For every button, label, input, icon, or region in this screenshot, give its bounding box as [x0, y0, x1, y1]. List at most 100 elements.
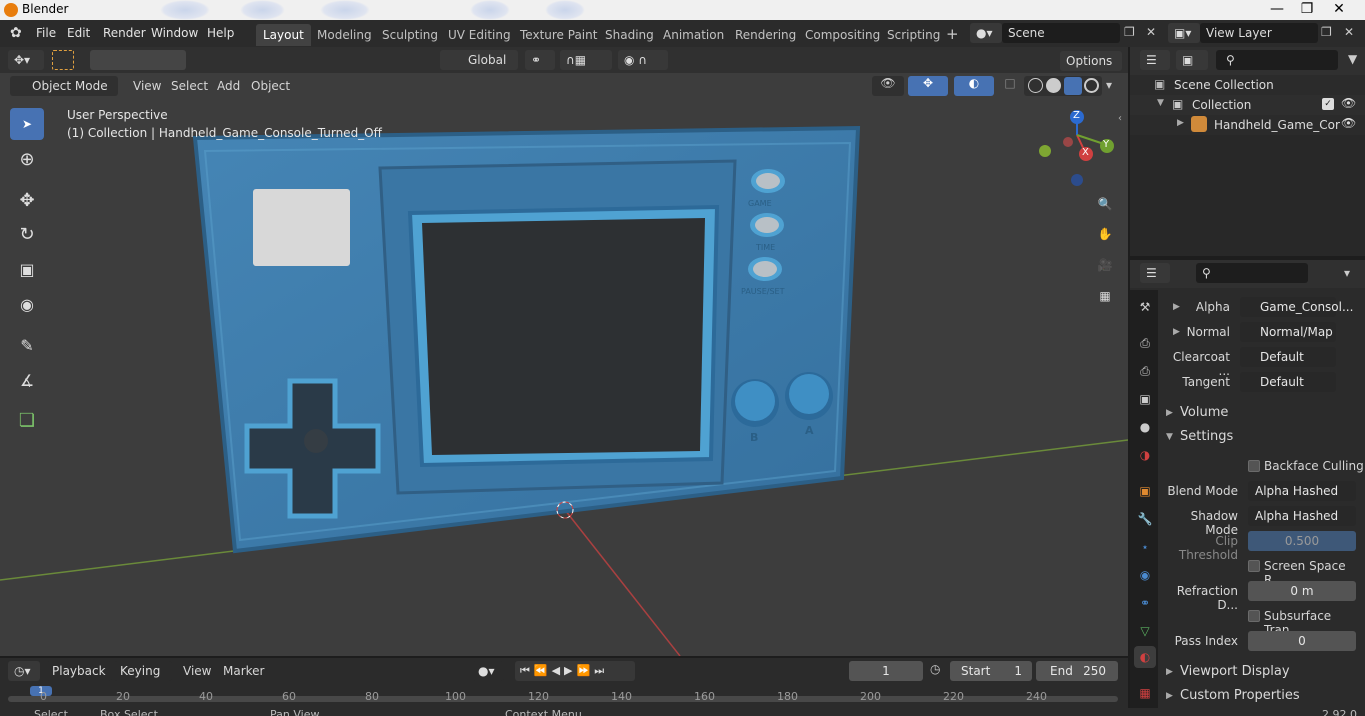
sidebar-toggle-icon[interactable]: ‹: [1118, 113, 1122, 124]
menu-edit[interactable]: Edit: [67, 26, 90, 40]
timeline-view-menu[interactable]: View: [183, 664, 211, 678]
add-cube-tool-icon[interactable]: ❏: [10, 404, 44, 436]
alpha-socket-field[interactable]: Game_Consol...: [1240, 297, 1353, 317]
playback-menu[interactable]: Playback: [46, 661, 112, 681]
settings-section[interactable]: Settings: [1180, 429, 1233, 444]
current-frame-field[interactable]: 1: [849, 661, 923, 681]
outliner-editor-icon[interactable]: ☰: [1140, 50, 1170, 70]
3d-viewport[interactable]: GAME TIME PAUSE/SET B A Z X Y User Persp…: [0, 73, 1128, 656]
refraction-depth-field[interactable]: 0 m: [1248, 581, 1356, 601]
object-tab-icon[interactable]: ▣: [1134, 480, 1156, 502]
viewport-menu-object[interactable]: Object: [251, 79, 290, 93]
transform-tool-icon[interactable]: ◉: [10, 288, 44, 320]
world-tab-icon[interactable]: ◑: [1134, 444, 1156, 466]
playback-controls[interactable]: ⏮⏪◀▶⏩⏭: [515, 661, 635, 681]
tab-shading[interactable]: Shading: [598, 24, 661, 46]
shadow-mode-dropdown[interactable]: Alpha Hashed: [1248, 506, 1356, 526]
viewport-menu-add[interactable]: Add: [217, 79, 240, 93]
minimize-button[interactable]: —: [1260, 0, 1294, 20]
timeline-marker-menu[interactable]: Marker: [223, 664, 264, 678]
material-tab-icon[interactable]: ◐: [1134, 646, 1156, 668]
tab-scripting[interactable]: Scripting: [880, 24, 947, 46]
view-layer-field[interactable]: View Layer: [1200, 23, 1318, 43]
menu-render[interactable]: Render: [103, 26, 146, 40]
rendered-shading-icon[interactable]: [1084, 78, 1099, 93]
tab-layout[interactable]: Layout: [256, 24, 311, 46]
tab-compositing[interactable]: Compositing: [798, 24, 887, 46]
remove-view-layer-icon[interactable]: ✕: [1344, 25, 1354, 39]
snap-icon[interactable]: ∩▦: [560, 50, 612, 70]
blend-mode-dropdown[interactable]: Alpha Hashed: [1248, 481, 1356, 501]
shading-options-icon[interactable]: ▾: [1106, 78, 1112, 92]
maximize-button[interactable]: ❐: [1290, 0, 1324, 20]
properties-options-icon[interactable]: ▾: [1344, 266, 1350, 280]
annotate-tool-icon[interactable]: ✎: [10, 329, 44, 361]
new-scene-icon[interactable]: ❐: [1124, 25, 1135, 39]
normal-socket-field[interactable]: Normal/Map: [1240, 322, 1336, 342]
collection-exclude-checkbox[interactable]: ✓: [1322, 98, 1334, 110]
tab-uv-editing[interactable]: UV Editing: [441, 24, 518, 46]
tab-animation[interactable]: Animation: [656, 24, 731, 46]
selection-mode-buttons[interactable]: [90, 50, 186, 70]
scene-selector-icon[interactable]: ●▾: [970, 23, 1002, 43]
texture-tab-icon[interactable]: ▦: [1134, 682, 1156, 704]
ortho-grid-icon[interactable]: ▦: [1092, 283, 1118, 309]
menu-file[interactable]: File: [36, 26, 56, 40]
select-box-tool-icon[interactable]: [52, 50, 74, 70]
collection-label[interactable]: Collection: [1192, 98, 1251, 112]
keying-menu[interactable]: Keying: [114, 661, 172, 681]
subsurface-translucency-checkbox[interactable]: [1248, 610, 1260, 622]
end-frame-field[interactable]: End 250: [1036, 661, 1118, 681]
gizmo-toggle-icon[interactable]: ✥: [908, 76, 948, 96]
timer-icon[interactable]: ◷: [930, 662, 940, 676]
blender-menu-icon[interactable]: ✿: [10, 25, 22, 41]
viewport-menu-select[interactable]: Select: [171, 79, 208, 93]
remove-scene-icon[interactable]: ✕: [1146, 25, 1156, 39]
data-tab-icon[interactable]: ▽: [1134, 620, 1156, 642]
volume-expand-icon[interactable]: ▶: [1166, 408, 1173, 418]
tab-rendering[interactable]: Rendering: [728, 24, 803, 46]
viewport-display-section[interactable]: Viewport Display: [1180, 664, 1290, 679]
clearcoat-socket-field[interactable]: Default: [1240, 347, 1336, 367]
start-frame-field[interactable]: Start 1: [950, 661, 1032, 681]
particles-tab-icon[interactable]: ⋆: [1134, 536, 1156, 558]
view-layer-tab-icon[interactable]: ▣: [1134, 388, 1156, 410]
gizmo-y-label[interactable]: Y: [1103, 139, 1109, 150]
settings-expand-icon[interactable]: ▼: [1166, 432, 1173, 442]
add-workspace-button[interactable]: +: [946, 25, 959, 43]
object-label[interactable]: Handheld_Game_Cor: [1214, 118, 1340, 132]
pan-hand-icon[interactable]: ✋: [1092, 221, 1118, 247]
tab-sculpting[interactable]: Sculpting: [375, 24, 445, 46]
pivot-point-icon[interactable]: ⚭: [525, 50, 555, 70]
solid-shading-icon[interactable]: [1046, 78, 1061, 93]
gizmo-x-label[interactable]: X: [1082, 147, 1089, 158]
scene-name-field[interactable]: Scene: [1002, 23, 1120, 43]
close-window-button[interactable]: ✕: [1322, 0, 1356, 20]
rotate-tool-icon[interactable]: ↻: [10, 218, 44, 250]
camera-view-icon[interactable]: 🎥: [1092, 252, 1118, 278]
viewport-display-expand-icon[interactable]: ▶: [1166, 667, 1173, 677]
collection-visibility-icon[interactable]: 👁: [1341, 96, 1356, 110]
viewport-menu-view[interactable]: View: [133, 79, 161, 93]
menu-window[interactable]: Window: [151, 26, 198, 40]
properties-editor-icon[interactable]: ☰: [1140, 263, 1170, 283]
record-icon[interactable]: ●▾: [472, 661, 504, 681]
material-preview-icon[interactable]: [1064, 77, 1082, 95]
options-dropdown[interactable]: Options: [1060, 51, 1122, 71]
tab-modeling[interactable]: Modeling: [310, 24, 379, 46]
properties-search-input[interactable]: ⚲: [1196, 263, 1308, 283]
modifier-tab-icon[interactable]: 🔧: [1134, 508, 1156, 530]
mode-dropdown[interactable]: Object Mode: [10, 76, 118, 96]
cursor-tool-icon[interactable]: ⊕: [10, 143, 44, 175]
wireframe-shading-icon[interactable]: [1028, 78, 1043, 93]
output-tab-icon[interactable]: ⎙: [1134, 360, 1156, 382]
shading-mode-buttons[interactable]: [1024, 76, 1102, 96]
scene-collection-label[interactable]: Scene Collection: [1174, 78, 1274, 92]
xray-icon[interactable]: □: [1002, 76, 1018, 96]
filter-icon[interactable]: ▼: [1348, 52, 1357, 66]
volume-section[interactable]: Volume: [1180, 405, 1228, 420]
outliner-search-input[interactable]: ⚲: [1216, 50, 1338, 70]
select-tool-icon[interactable]: ➤: [10, 108, 44, 140]
physics-tab-icon[interactable]: ◉: [1134, 564, 1156, 586]
object-visibility-icon[interactable]: 👁: [1341, 116, 1356, 130]
